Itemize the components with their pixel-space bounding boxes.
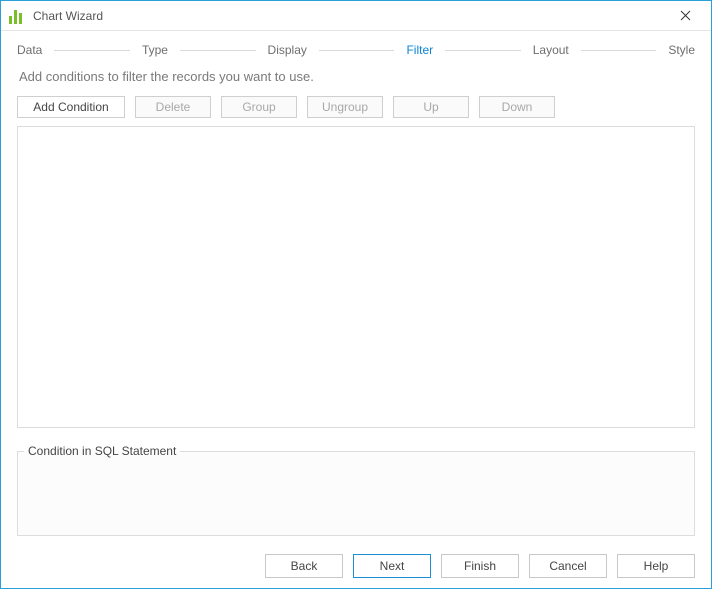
conditions-list[interactable] bbox=[17, 126, 695, 428]
chart-wizard-window: Chart Wizard Data Type Display Filter La… bbox=[0, 0, 712, 589]
add-condition-button[interactable]: Add Condition bbox=[17, 96, 125, 118]
sql-statement-group: Condition in SQL Statement bbox=[17, 444, 695, 536]
titlebar: Chart Wizard bbox=[1, 1, 711, 31]
step-data[interactable]: Data bbox=[15, 43, 44, 57]
step-separator bbox=[180, 50, 256, 51]
step-style[interactable]: Style bbox=[666, 43, 697, 57]
group-button[interactable]: Group bbox=[221, 96, 297, 118]
up-button[interactable]: Up bbox=[393, 96, 469, 118]
step-separator bbox=[581, 50, 657, 51]
delete-button[interactable]: Delete bbox=[135, 96, 211, 118]
close-icon bbox=[680, 10, 691, 21]
down-button[interactable]: Down bbox=[479, 96, 555, 118]
step-separator bbox=[54, 50, 130, 51]
sql-statement-legend: Condition in SQL Statement bbox=[24, 444, 180, 458]
help-button[interactable]: Help bbox=[617, 554, 695, 578]
instruction-text: Add conditions to filter the records you… bbox=[13, 65, 699, 96]
step-display[interactable]: Display bbox=[266, 43, 309, 57]
wizard-steps: Data Type Display Filter Layout Style bbox=[13, 31, 699, 65]
conditions-toolbar: Add Condition Delete Group Ungroup Up Do… bbox=[13, 96, 699, 124]
ungroup-button[interactable]: Ungroup bbox=[307, 96, 383, 118]
content-area: Data Type Display Filter Layout Style Ad… bbox=[1, 31, 711, 588]
back-button[interactable]: Back bbox=[265, 554, 343, 578]
chart-wizard-icon bbox=[9, 8, 25, 24]
step-layout[interactable]: Layout bbox=[531, 43, 571, 57]
step-separator bbox=[445, 50, 521, 51]
step-type[interactable]: Type bbox=[140, 43, 170, 57]
step-filter[interactable]: Filter bbox=[404, 43, 435, 57]
next-button[interactable]: Next bbox=[353, 554, 431, 578]
close-button[interactable] bbox=[667, 2, 703, 30]
step-separator bbox=[319, 50, 395, 51]
wizard-nav-buttons: Back Next Finish Cancel Help bbox=[13, 536, 699, 578]
finish-button[interactable]: Finish bbox=[441, 554, 519, 578]
window-title: Chart Wizard bbox=[33, 9, 103, 23]
cancel-button[interactable]: Cancel bbox=[529, 554, 607, 578]
